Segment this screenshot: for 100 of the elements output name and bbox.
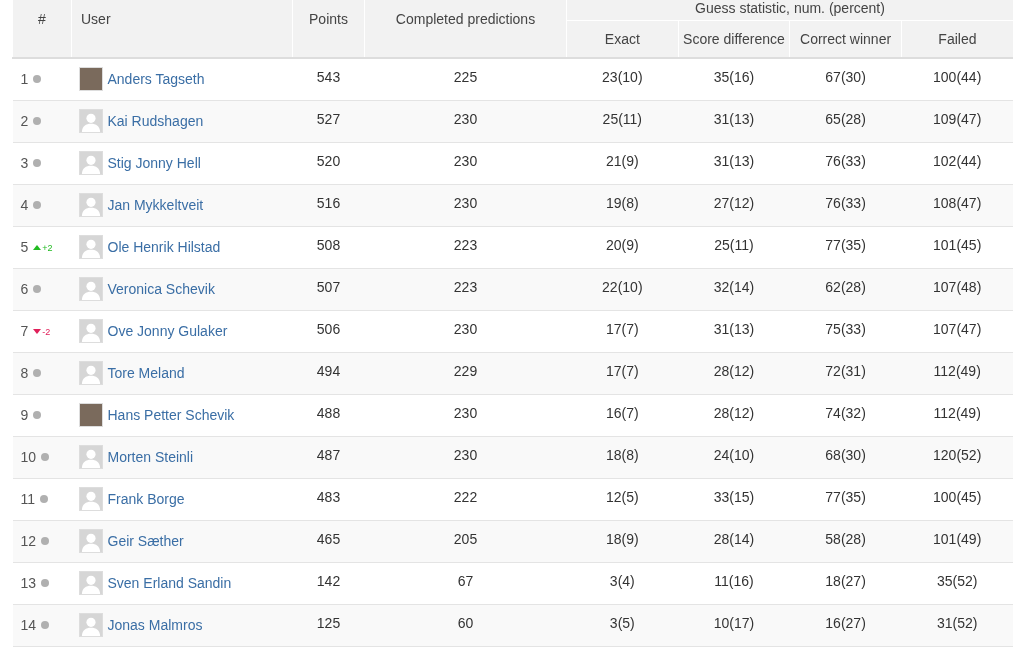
table-cell: 77(35) <box>825 489 866 505</box>
table-cell: 142 <box>316 573 341 589</box>
table-cell: 77(35) <box>825 237 866 253</box>
table-cell: 76(33) <box>825 153 866 169</box>
table-cell: 3(5) <box>609 615 635 631</box>
rank-number: 13 <box>20 575 37 591</box>
user-link[interactable]: Sven Erland Sandin <box>107 575 232 591</box>
user-link[interactable]: Jan Mykkeltveit <box>107 197 204 213</box>
table-cell: 75(33) <box>825 321 866 337</box>
table-cell: 60 <box>457 615 474 631</box>
user-link[interactable]: Anders Tagseth <box>107 71 205 88</box>
table-cell: 222 <box>453 489 478 505</box>
rank-number: 9 <box>20 407 29 423</box>
rank-number: 12 <box>20 533 37 549</box>
table-cell: 21(9) <box>605 153 639 169</box>
table-cell: 74(32) <box>825 405 866 421</box>
rank-number: 11 <box>20 491 36 507</box>
rank-change: -2 <box>42 326 51 337</box>
rank-number: 7 <box>20 323 29 339</box>
table-cell: 107(48) <box>933 279 982 295</box>
table-cell: 107(47) <box>933 321 982 337</box>
table-cell: 72(31) <box>825 363 866 379</box>
table-cell: 25(11) <box>602 111 643 127</box>
table-cell: 67(30) <box>825 69 866 86</box>
table-cell: 58(28) <box>825 531 866 547</box>
table-cell: 100(44) <box>933 69 982 86</box>
column-header: Score difference <box>678 20 790 58</box>
table-cell: 112(49) <box>933 363 981 379</box>
table-cell: 230 <box>453 405 478 421</box>
table-cell: 229 <box>453 363 478 379</box>
table-cell: 527 <box>316 111 341 127</box>
user-link[interactable]: Veronica Schevik <box>107 281 215 297</box>
table-cell: 16(7) <box>605 405 639 421</box>
table-cell: 230 <box>453 447 478 463</box>
column-header: Completed predictions <box>364 0 567 58</box>
table-cell: 125 <box>316 615 341 631</box>
table-cell: 483 <box>316 489 341 505</box>
table-cell: 18(27) <box>825 573 866 589</box>
table-cell: 102(44) <box>933 153 982 169</box>
rank-number: 14 <box>20 617 37 633</box>
column-header: User <box>71 0 293 58</box>
table-cell: 18(9) <box>605 531 639 547</box>
user-link[interactable]: Ove Jonny Gulaker <box>107 323 228 339</box>
table-cell: 76(33) <box>825 195 866 211</box>
column-header: Correct winner <box>789 20 902 58</box>
rank-change: +2 <box>42 242 53 253</box>
table-cell: 520 <box>316 153 341 169</box>
table-cell: 27(12) <box>713 195 755 211</box>
column-header: Failed <box>901 20 1013 58</box>
table-cell: 100(45) <box>933 489 982 505</box>
table-cell: 205 <box>453 531 478 547</box>
table-cell: 507 <box>316 279 341 295</box>
user-link[interactable]: Frank Borge <box>107 491 185 507</box>
table-cell: 112(49) <box>933 405 981 421</box>
column-header: Points <box>292 0 365 58</box>
table-cell: 18(8) <box>605 447 639 463</box>
table-cell: 488 <box>316 405 341 421</box>
table-cell: 20(9) <box>605 237 639 253</box>
rank-number: 1 <box>20 71 29 88</box>
table-cell: 68(30) <box>825 447 866 463</box>
table-cell: 35(52) <box>936 573 978 589</box>
rank-number: 4 <box>20 197 29 213</box>
table-cell: 494 <box>316 363 341 379</box>
table-cell: 28(12) <box>713 405 755 421</box>
user-link[interactable]: Jonas Malmros <box>107 617 203 633</box>
table-cell: 506 <box>316 321 341 337</box>
table-cell: 32(14) <box>713 279 755 295</box>
table-cell: 16(27) <box>825 615 866 631</box>
table-cell: 230 <box>453 321 478 337</box>
user-link[interactable]: Morten Steinli <box>107 449 194 465</box>
user-link[interactable]: Stig Jonny Hell <box>107 155 201 171</box>
table-cell: 223 <box>453 237 478 253</box>
user-link[interactable]: Hans Petter Schevik <box>107 407 235 423</box>
table-cell: 33(15) <box>713 489 755 505</box>
table-cell: 22(10) <box>602 279 643 295</box>
table-cell: 65(28) <box>825 111 866 127</box>
table-cell: 23(10) <box>602 69 643 86</box>
table-cell: 25(11) <box>714 237 754 253</box>
table-cell: 3(4) <box>609 573 635 589</box>
table-cell: 230 <box>453 195 478 211</box>
table-cell: 35(16) <box>713 69 755 86</box>
column-header: Guess statistic, num. (percent) <box>566 0 1013 20</box>
table-cell: 12(5) <box>605 489 639 505</box>
table-cell: 11(16) <box>714 573 754 589</box>
table-cell: 508 <box>316 237 341 253</box>
rank-number: 3 <box>20 155 29 171</box>
table-cell: 31(13) <box>713 111 755 127</box>
table-cell: 24(10) <box>713 447 755 463</box>
user-link[interactable]: Tore Meland <box>107 365 185 381</box>
table-cell: 465 <box>316 531 341 547</box>
user-link[interactable]: Kai Rudshagen <box>107 113 204 129</box>
table-cell: 62(28) <box>825 279 866 295</box>
table-cell: 109(47) <box>933 111 982 127</box>
rank-number: 10 <box>20 449 37 465</box>
column-header: Exact <box>566 20 679 58</box>
table-cell: 28(12) <box>713 363 755 379</box>
rank-number: 6 <box>20 281 29 297</box>
table-cell: 17(7) <box>605 321 639 337</box>
user-link[interactable]: Ole Henrik Hilstad <box>107 239 221 255</box>
user-link[interactable]: Geir Sæther <box>107 533 184 549</box>
